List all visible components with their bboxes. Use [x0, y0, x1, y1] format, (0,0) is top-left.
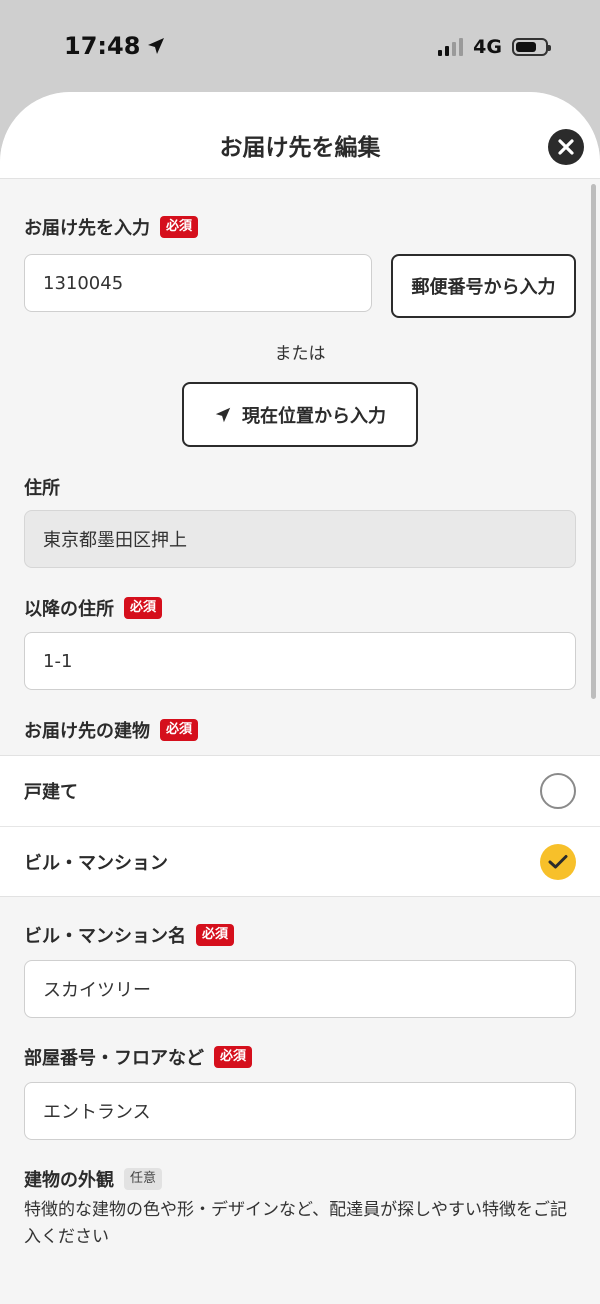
edit-address-sheet: お届け先を編集 お届け先を入力 必須 1310045 郵便番号から入力 または …	[0, 92, 600, 1304]
close-button[interactable]	[548, 129, 584, 165]
current-location-button-label: 現在位置から入力	[242, 405, 386, 427]
scrollbar[interactable]	[591, 184, 596, 699]
sheet-header: お届け先を編集	[0, 92, 600, 179]
delivery-input-label-row: お届け先を入力 必須	[24, 214, 199, 240]
address-detail-input[interactable]: 1-1	[24, 632, 576, 690]
option-label: ビル・マンション	[24, 852, 168, 874]
current-location-button[interactable]: 現在位置から入力	[182, 382, 418, 447]
appearance-label: 建物の外観	[24, 1170, 114, 1191]
signal-icon	[438, 38, 464, 56]
address-label: 住所	[24, 478, 60, 499]
room-number-input[interactable]: エントランス	[24, 1082, 576, 1140]
address-label-row: 住所	[24, 474, 60, 500]
radio-checked-icon[interactable]	[540, 843, 576, 880]
building-name-input[interactable]: スカイツリー	[24, 960, 576, 1018]
building-type-label: お届け先の建物	[24, 721, 150, 742]
location-arrow-icon	[148, 38, 165, 54]
postal-lookup-button[interactable]: 郵便番号から入力	[391, 254, 576, 318]
building-type-label-row: お届け先の建物 必須	[24, 717, 199, 743]
address-readonly-field: 東京都墨田区押上	[24, 510, 576, 568]
required-badge: 必須	[124, 597, 163, 619]
close-icon	[558, 139, 574, 155]
address-detail-label-row: 以降の住所 必須	[24, 595, 163, 621]
navigation-icon	[215, 407, 231, 422]
building-name-label-row: ビル・マンション名 必須	[24, 922, 235, 948]
option-label: 戸建て	[24, 782, 78, 803]
battery-icon	[512, 38, 551, 56]
option-building-mansion[interactable]: ビル・マンション	[0, 826, 600, 896]
page-title: お届け先を編集	[219, 135, 381, 161]
network-type: 4G	[473, 36, 502, 58]
radio-unchecked-icon[interactable]	[540, 773, 576, 809]
building-name-label: ビル・マンション名	[24, 926, 186, 947]
status-time: 17:48	[64, 32, 166, 60]
option-detached-house[interactable]: 戸建て	[0, 756, 600, 826]
room-number-label-row: 部屋番号・フロアなど 必須	[24, 1044, 253, 1070]
status-indicators: 4G	[438, 36, 551, 58]
status-bar: 17:48 4G	[0, 0, 600, 92]
appearance-label-row: 建物の外観 任意	[24, 1166, 163, 1192]
required-badge: 必須	[160, 719, 199, 741]
required-badge: 必須	[196, 924, 235, 946]
or-divider-text: または	[274, 344, 326, 364]
delivery-input-label: お届け先を入力	[24, 218, 150, 239]
building-type-options: 戸建て ビル・マンション	[0, 755, 600, 897]
required-badge: 必須	[160, 216, 199, 238]
room-number-label: 部屋番号・フロアなど	[24, 1048, 204, 1069]
postal-lookup-button-label: 郵便番号から入力	[411, 277, 556, 298]
check-icon	[548, 854, 568, 868]
appearance-description: 特徴的な建物の色や形・デザインなど、配達員が探しやすい特徴をご記入ください	[24, 1200, 567, 1248]
postal-code-input[interactable]: 1310045	[24, 254, 372, 312]
required-badge: 必須	[214, 1046, 253, 1068]
optional-badge: 任意	[124, 1168, 163, 1190]
address-detail-label: 以降の住所	[24, 599, 114, 620]
